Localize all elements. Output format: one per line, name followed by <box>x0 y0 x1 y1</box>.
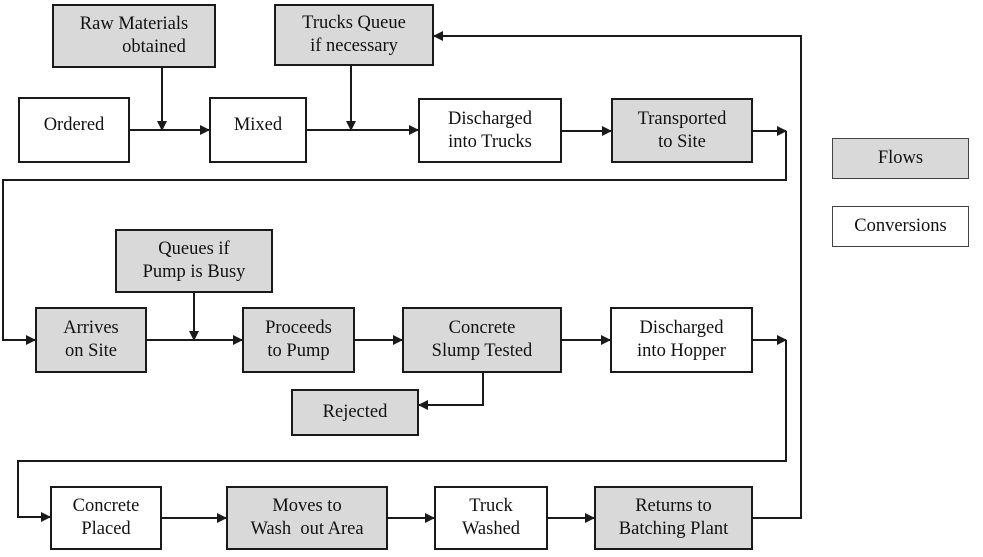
node-label: Wash out Area <box>250 519 364 539</box>
legend-flows: Flows <box>832 138 969 179</box>
node-label: Washed <box>461 519 521 539</box>
node-rejected: Rejected <box>291 389 419 436</box>
node-discharged-trucks: Discharged into Trucks <box>418 98 562 163</box>
node-label: into Hopper <box>637 341 726 361</box>
node-label: Trucks Queue <box>302 13 406 33</box>
node-arrives: Arrives on Site <box>35 307 147 373</box>
node-label: into Trucks <box>448 131 532 152</box>
node-label: Concrete <box>448 318 516 338</box>
legend-conversions: Conversions <box>832 206 969 247</box>
node-label: Moves to <box>272 496 342 516</box>
node-proceeds: Proceeds to Pump <box>242 307 355 373</box>
node-label: Discharged <box>639 318 724 338</box>
node-label: Batching Plant <box>618 519 729 539</box>
node-raw-materials: Raw Materials obtained <box>52 4 216 68</box>
node-label: Rejected <box>322 402 388 422</box>
node-ordered: Ordered <box>18 97 130 163</box>
node-label: Ordered <box>43 114 105 135</box>
arrow-slump-rejected <box>418 373 484 410</box>
node-label: Mixed <box>233 114 283 135</box>
node-placed: Concrete Placed <box>50 486 162 550</box>
node-label: Transported <box>637 108 727 129</box>
node-label: if necessary <box>310 36 398 56</box>
node-label: to Pump <box>267 341 330 361</box>
node-trucks-queue: Trucks Queue if necessary <box>274 4 434 66</box>
node-label: Arrives <box>63 318 119 338</box>
node-label: Truck <box>469 496 513 516</box>
node-label: Pump is Busy <box>142 262 246 282</box>
node-mixed: Mixed <box>209 97 307 163</box>
node-label: Proceeds <box>265 318 332 338</box>
node-label: Slump Tested <box>431 341 533 361</box>
node-hopper: Discharged into Hopper <box>610 307 753 373</box>
node-label: obtained <box>122 37 186 57</box>
node-truck-washed: Truck Washed <box>434 486 548 550</box>
node-label: to Site <box>658 131 706 152</box>
node-returns: Returns to Batching Plant <box>594 486 753 550</box>
node-label: Placed <box>81 519 131 539</box>
node-label: Queues if <box>158 239 230 259</box>
node-transported: Transported to Site <box>611 98 753 163</box>
legend-label: Conversions <box>854 216 947 236</box>
node-washout: Moves to Wash out Area <box>226 486 388 550</box>
node-queues-pump: Queues if Pump is Busy <box>115 229 273 293</box>
node-label: Raw Materials <box>79 14 189 34</box>
node-label: Returns to <box>635 496 712 516</box>
node-slump-tested: Concrete Slump Tested <box>402 307 562 373</box>
node-label: Discharged <box>448 108 532 129</box>
legend-label: Flows <box>877 148 924 168</box>
node-label: on Site <box>65 341 117 361</box>
node-label: Concrete <box>72 496 140 516</box>
